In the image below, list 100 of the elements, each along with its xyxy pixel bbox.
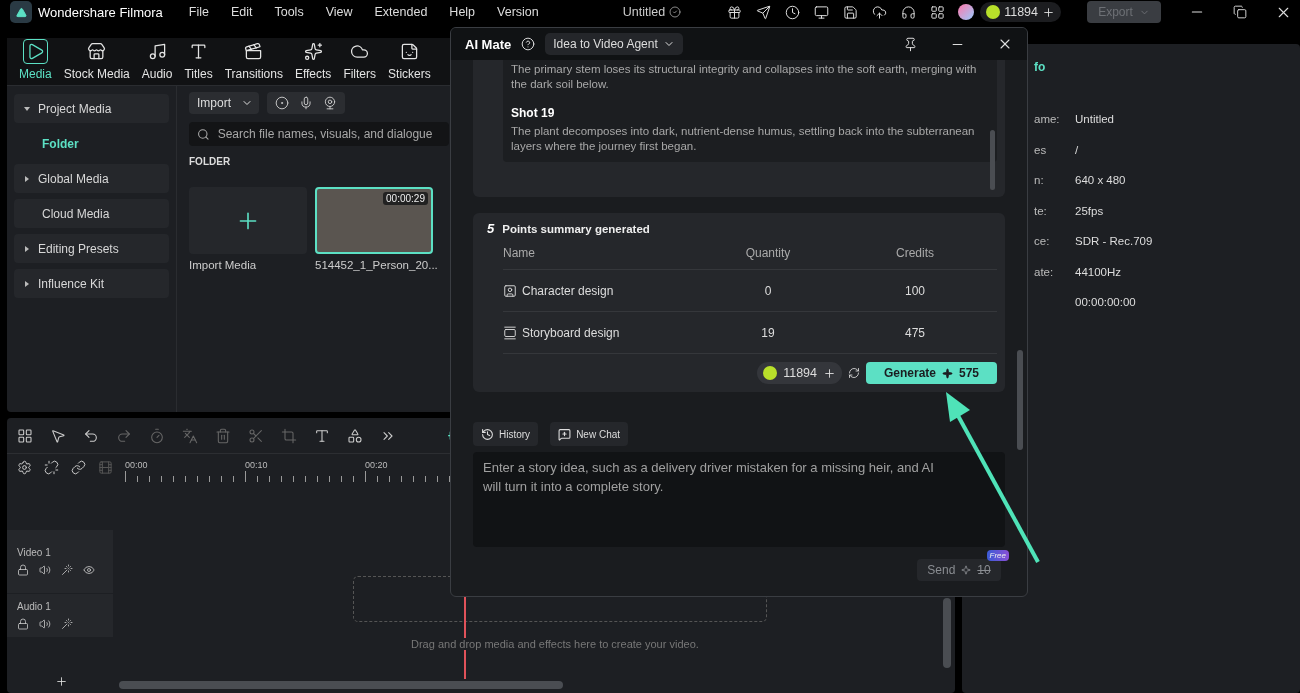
import-button[interactable]: Import (189, 92, 259, 114)
tile-label: Import Media (189, 259, 258, 271)
sidebar-item[interactable]: Global Media (14, 164, 169, 193)
unlink-icon[interactable] (44, 460, 59, 475)
property-value: Untitled (1075, 113, 1115, 126)
ruler-label: 00:10 (245, 460, 269, 470)
eye-icon[interactable] (83, 564, 95, 576)
section-heading: FOLDER (189, 156, 232, 167)
lock-icon[interactable] (17, 564, 29, 576)
property-label: ce: (1034, 235, 1050, 248)
grid-icon[interactable] (930, 4, 946, 20)
timer-icon[interactable] (149, 427, 165, 444)
toolbar-tab[interactable]: Media (13, 39, 58, 81)
drop-hint: Drag and drop media and effects here to create your video. (411, 638, 699, 650)
pointer-icon[interactable] (50, 427, 66, 444)
pin-icon[interactable] (903, 36, 918, 52)
video-thumbnail[interactable]: 00:00:29 (315, 187, 433, 254)
speaker-icon[interactable] (39, 618, 51, 630)
generate-button[interactable]: Generate 575 (866, 362, 997, 384)
record-icon[interactable] (275, 96, 289, 110)
delete-icon[interactable] (215, 427, 231, 444)
balance-count: 11894 (783, 366, 817, 380)
menu-item[interactable]: Extended (374, 5, 428, 19)
property-label: es (1034, 143, 1047, 156)
scissors-icon[interactable] (248, 427, 264, 444)
property-value: / (1075, 143, 1080, 156)
translate-icon[interactable] (182, 427, 198, 444)
restore-icon[interactable] (1233, 5, 1247, 19)
shot-description: The primary stem loses its structural integrity and collapses into the soft earth, merging with the dark soil below. (511, 62, 978, 92)
menu-item[interactable]: View (325, 5, 353, 19)
headphones-icon[interactable] (901, 4, 917, 20)
panel-title: fo (1034, 60, 1047, 74)
balance-pill[interactable]: 11894 (757, 362, 842, 384)
link-icon[interactable] (71, 460, 86, 475)
dialog-title: AI Mate (465, 36, 512, 52)
story-scrollbar[interactable] (990, 130, 995, 190)
menu-item[interactable]: Help (449, 5, 476, 19)
credits-pill[interactable]: 11894 (980, 2, 1061, 22)
gift-icon[interactable] (727, 4, 743, 20)
new-chat-button[interactable]: New Chat (550, 422, 629, 446)
vertical-scrollbar[interactable] (943, 598, 951, 668)
step-number: 5 (487, 221, 495, 236)
sparkles-icon (303, 42, 323, 61)
check-icon (669, 6, 682, 18)
menu-item[interactable]: Tools (274, 5, 304, 19)
sidebar-item[interactable]: Editing Presets (14, 234, 169, 263)
webcam-icon[interactable] (323, 96, 337, 110)
menu-item[interactable]: Edit (230, 5, 253, 19)
monitor-icon[interactable] (814, 4, 830, 20)
sidebar-item[interactable]: Project Media (14, 94, 169, 123)
wand-icon[interactable] (61, 564, 73, 576)
track-label: Video 1 (17, 547, 52, 558)
horizontal-scrollbar[interactable] (119, 681, 563, 689)
plus-icon[interactable] (1042, 5, 1055, 19)
save-icon[interactable] (843, 4, 859, 20)
redo-icon[interactable] (116, 427, 132, 444)
send-icon[interactable] (756, 4, 772, 20)
toolbar-tab[interactable]: Effects (288, 39, 338, 81)
toolbar-tab[interactable]: Audio (135, 39, 179, 81)
sidebar-item[interactable]: Influence Kit (14, 269, 169, 298)
app-name: Wondershare Filmora (38, 4, 163, 20)
story-input[interactable]: Enter a story idea, such as a delivery driver mistaken for a missing heir, and AI will turn it into a complete story. (473, 452, 1005, 547)
import-media-tile[interactable] (189, 187, 307, 254)
speaker-icon[interactable] (39, 564, 51, 576)
table-cell: Storyboard design (503, 325, 703, 340)
cloud-upload-icon[interactable] (872, 4, 888, 20)
grid-icon[interactable] (17, 427, 33, 444)
refresh-icon[interactable] (848, 367, 860, 379)
property-value: 25fps (1075, 204, 1105, 217)
frames-icon (503, 325, 517, 340)
sidebar-subitem[interactable]: Folder (14, 129, 169, 158)
undo-icon[interactable] (83, 427, 99, 444)
wand-icon[interactable] (61, 618, 73, 630)
track-label: Audio 1 (17, 601, 52, 612)
text-icon[interactable] (314, 427, 330, 444)
sparkle-icon (942, 367, 953, 379)
help-icon[interactable] (521, 37, 536, 51)
dialog-scrollbar[interactable] (1017, 350, 1023, 450)
toolbar-tab[interactable]: Filters (337, 39, 383, 81)
toolbar-tab[interactable]: Stock Media (57, 39, 136, 81)
shapes-icon[interactable] (347, 427, 363, 444)
microphone-icon[interactable] (299, 96, 313, 110)
toolbar-tab[interactable]: Stickers (382, 39, 437, 81)
clock-icon[interactable] (785, 4, 801, 20)
add-track-icon[interactable] (55, 675, 68, 688)
table-cell-text: 100 (904, 283, 926, 298)
table-cell-text: 0 (763, 283, 773, 298)
sidebar-item[interactable]: Cloud Media (14, 199, 169, 228)
toolbar-tab[interactable]: Titles (178, 39, 219, 81)
menu-item[interactable]: Version (497, 5, 539, 19)
lock-icon[interactable] (17, 618, 29, 630)
avatar[interactable] (958, 4, 975, 20)
history-button[interactable]: History (473, 422, 539, 446)
plus-icon[interactable] (823, 366, 836, 380)
menu-item[interactable]: File (188, 5, 209, 19)
search-icon (197, 127, 210, 141)
mode-dropdown[interactable]: Idea to Video Agent (545, 33, 683, 55)
toolbar-tab[interactable]: Transitions (218, 39, 289, 81)
search-field[interactable]: Search file names, visuals, and dialogue (189, 122, 449, 146)
settings-icon[interactable] (17, 460, 32, 475)
